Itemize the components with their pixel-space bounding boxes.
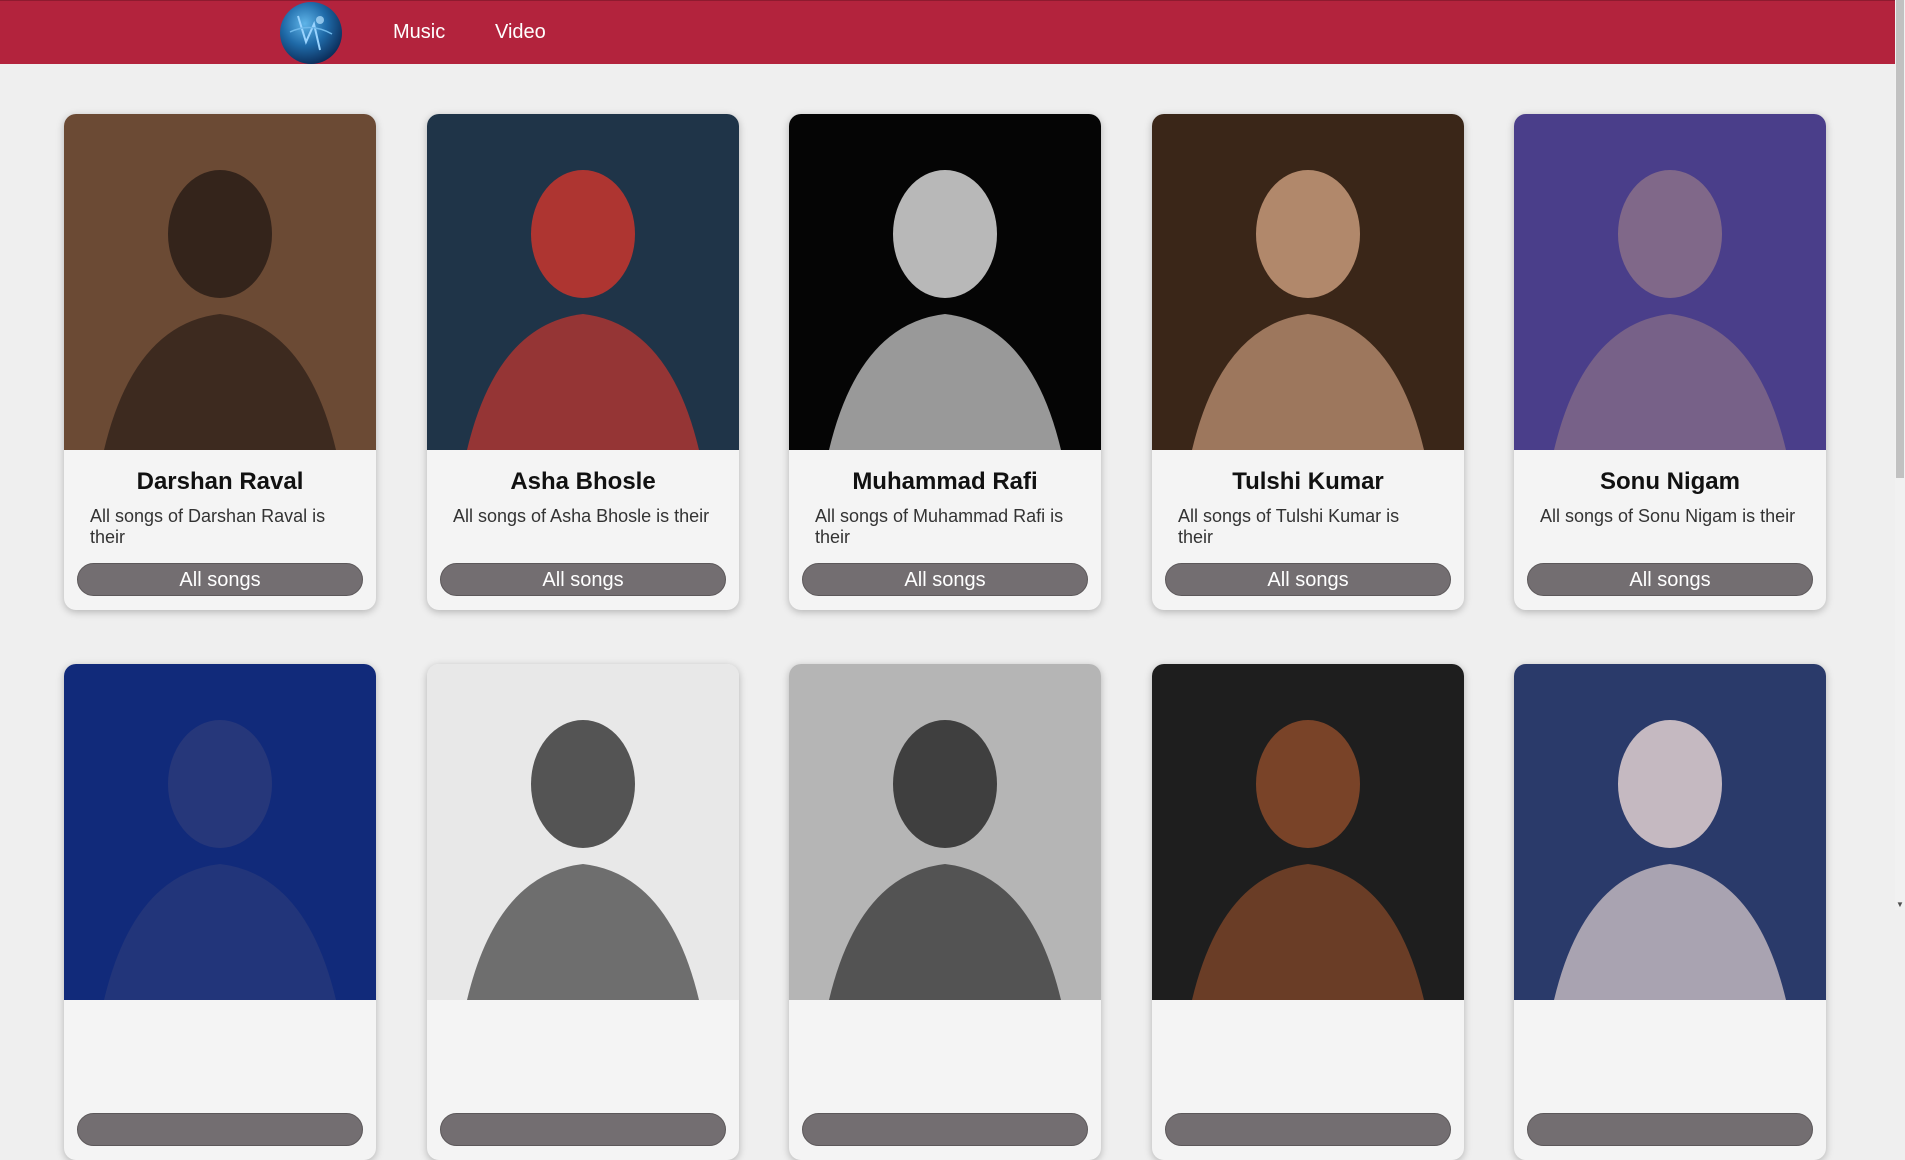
artist-description bbox=[815, 1056, 1075, 1100]
all-songs-button[interactable] bbox=[77, 1113, 363, 1146]
artist-description bbox=[453, 1056, 713, 1100]
all-songs-button[interactable] bbox=[1527, 1113, 1813, 1146]
artist-card[interactable] bbox=[427, 664, 739, 1160]
artist-photo[interactable] bbox=[427, 664, 739, 1000]
nav-link-music[interactable]: Music bbox=[393, 21, 445, 44]
page-scrollbar[interactable]: ▼ bbox=[1895, 0, 1905, 910]
artist-photo[interactable] bbox=[1152, 664, 1464, 1000]
artist-card[interactable] bbox=[1152, 664, 1464, 1160]
artist-name: Sonu Nigam bbox=[1599, 468, 1740, 495]
artist-card[interactable] bbox=[64, 664, 376, 1160]
artist-name bbox=[427, 1018, 739, 1046]
artist-name: Darshan Raval bbox=[136, 468, 304, 495]
artist-card[interactable]: Muhammad Rafi All songs of Muhammad Rafi … bbox=[789, 114, 1101, 610]
artist-card[interactable] bbox=[1514, 664, 1826, 1160]
artist-card[interactable]: Asha Bhosle All songs of Asha Bhosle is t… bbox=[427, 114, 739, 610]
artist-card[interactable]: Tulshi Kumar All songs of Tulshi Kumar is… bbox=[1152, 114, 1464, 610]
artist-card[interactable]: Darshan Raval All songs of Darshan Raval … bbox=[64, 114, 376, 610]
top-navbar: Music Video bbox=[0, 0, 1895, 64]
artist-name: Tulshi Kumar bbox=[1232, 468, 1384, 495]
nav-link-video[interactable]: Video bbox=[495, 21, 546, 44]
artist-photo[interactable] bbox=[1514, 664, 1826, 1000]
all-songs-button[interactable]: All songs bbox=[1527, 563, 1813, 596]
artist-description bbox=[90, 1056, 350, 1100]
artist-description bbox=[1178, 1056, 1438, 1100]
artist-name bbox=[1514, 1018, 1826, 1046]
artist-name bbox=[64, 1018, 376, 1046]
scroll-down-arrow-icon[interactable]: ▼ bbox=[1895, 900, 1905, 910]
artist-photo[interactable] bbox=[427, 114, 739, 450]
artist-card[interactable]: Sonu Nigam All songs of Sonu Nigam is the… bbox=[1514, 114, 1826, 610]
all-songs-button[interactable]: All songs bbox=[1165, 563, 1451, 596]
site-logo[interactable] bbox=[280, 2, 342, 64]
scrollbar-thumb[interactable] bbox=[1896, 0, 1904, 478]
all-songs-button[interactable] bbox=[440, 1113, 726, 1146]
artist-name: Muhammad Rafi bbox=[852, 468, 1038, 495]
artist-photo[interactable] bbox=[1152, 114, 1464, 450]
artist-description: All songs of Darshan Raval is their bbox=[90, 506, 326, 547]
artist-name: Asha Bhosle bbox=[510, 468, 656, 495]
artist-description: All songs of Asha Bhosle is their bbox=[453, 506, 710, 526]
artist-photo[interactable] bbox=[789, 664, 1101, 1000]
artist-description: All songs of Sonu Nigam is their bbox=[1540, 506, 1796, 526]
all-songs-button[interactable]: All songs bbox=[802, 563, 1088, 596]
artist-photo[interactable] bbox=[1514, 114, 1826, 450]
all-songs-button[interactable]: All songs bbox=[77, 563, 363, 596]
artist-name bbox=[789, 1018, 1101, 1046]
all-songs-button[interactable] bbox=[802, 1113, 1088, 1146]
all-songs-button[interactable]: All songs bbox=[440, 563, 726, 596]
artist-description: All songs of Tulshi Kumar is their bbox=[1178, 506, 1400, 547]
artist-card[interactable] bbox=[789, 664, 1101, 1160]
artist-description: All songs of Muhammad Rafi is their bbox=[815, 506, 1064, 547]
artist-description bbox=[1540, 1056, 1800, 1100]
all-songs-button[interactable] bbox=[1165, 1113, 1451, 1146]
artist-photo[interactable] bbox=[64, 114, 376, 450]
artist-photo[interactable] bbox=[789, 114, 1101, 450]
music-globe-icon bbox=[289, 15, 333, 51]
artist-photo[interactable] bbox=[64, 664, 376, 1000]
artist-name bbox=[1152, 1018, 1464, 1046]
